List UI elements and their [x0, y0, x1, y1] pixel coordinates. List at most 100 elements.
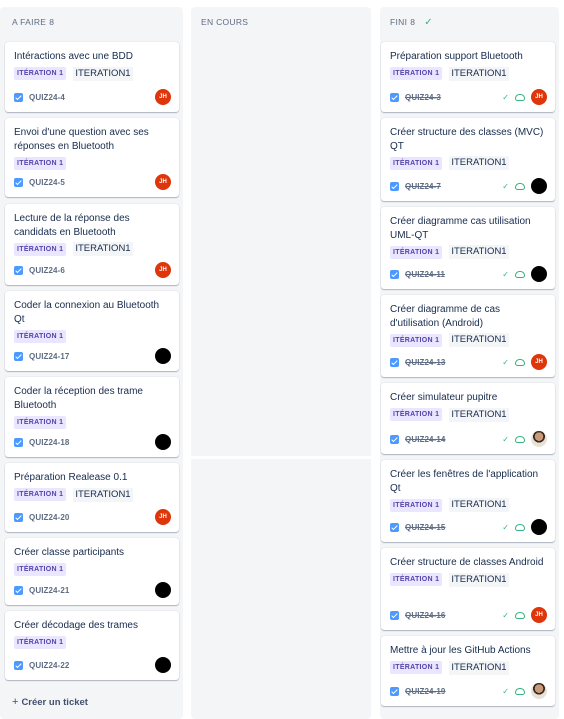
- epic-badge[interactable]: ITÉRATION 1: [14, 563, 67, 576]
- ticket-labels: ITÉRATION 1 ITERATION1: [390, 66, 547, 81]
- column-todo: A FAIRE 8 Intéractions avec une BDD ITÉRAT…: [0, 7, 183, 719]
- epic-badge[interactable]: ITÉRATION 1: [14, 329, 67, 343]
- ticket-key[interactable]: QUIZ24-4: [29, 93, 65, 102]
- column-count: 8: [410, 17, 416, 27]
- epic-badge[interactable]: ITÉRATION 1: [14, 488, 67, 501]
- ticket-card[interactable]: Créer structure de classes Android ITÉRAT…: [381, 548, 555, 630]
- assignee-avatar[interactable]: JH: [155, 174, 171, 190]
- ticket-footer: QUIZ24-15 ✓: [390, 519, 547, 535]
- ticket-card[interactable]: Créer diagramme cas utilisation UML-QT IT…: [381, 207, 555, 289]
- epic-badge[interactable]: ITÉRATION 1: [14, 415, 67, 429]
- epic-badge[interactable]: ITÉRATION 1: [390, 156, 443, 170]
- sprint-label: ITERATION1: [449, 333, 509, 347]
- epic-badge[interactable]: ITÉRATION 1: [390, 333, 443, 347]
- cloud-sync-icon: [515, 611, 525, 619]
- tick-icon: ✓: [502, 522, 509, 532]
- ticket-key[interactable]: QUIZ24-14: [405, 435, 445, 444]
- epic-badge[interactable]: ITÉRATION 1: [14, 636, 67, 649]
- cloud-sync-icon: [515, 687, 525, 695]
- epic-badge[interactable]: ITÉRATION 1: [390, 498, 443, 512]
- column-header-done[interactable]: FINI 8 ✓: [380, 7, 559, 39]
- ticket-card[interactable]: Créer classe participants ITÉRATION 1 QUIZ…: [5, 538, 179, 605]
- column-in-progress: EN COURS: [191, 7, 371, 719]
- ticket-key[interactable]: QUIZ24-22: [29, 661, 69, 670]
- ticket-card[interactable]: Préparation Realease 0.1 ITÉRATION 1 ITERA…: [5, 463, 179, 532]
- ticket-key[interactable]: QUIZ24-21: [29, 586, 69, 595]
- ticket-key[interactable]: QUIZ24-17: [29, 352, 69, 361]
- ticket-footer: QUIZ24-14 ✓: [390, 431, 547, 447]
- sprint-label: ITERATION1: [449, 245, 509, 259]
- create-ticket-button[interactable]: + Créer un ticket: [12, 696, 88, 708]
- column-title: FINI: [390, 17, 408, 27]
- column-header-todo[interactable]: A FAIRE 8: [0, 7, 183, 39]
- task-type-icon: [390, 357, 399, 367]
- epic-badge[interactable]: ITÉRATION 1: [390, 661, 443, 674]
- ticket-labels: ITÉRATION 1: [14, 563, 171, 577]
- sprint-label: ITERATION1: [449, 156, 509, 170]
- assignee-avatar[interactable]: [155, 348, 171, 364]
- ticket-key[interactable]: QUIZ24-15: [405, 523, 445, 532]
- ticket-card[interactable]: Créer simulateur pupitre ITÉRATION 1 ITERA…: [381, 383, 555, 454]
- assignee-avatar[interactable]: JH: [155, 89, 171, 105]
- ticket-key[interactable]: QUIZ24-7: [405, 182, 441, 191]
- ticket-footer: QUIZ24-18: [14, 434, 171, 450]
- task-type-icon: [390, 610, 399, 620]
- epic-badge[interactable]: ITÉRATION 1: [14, 242, 67, 256]
- assignee-avatar[interactable]: JH: [155, 262, 171, 278]
- ticket-key[interactable]: QUIZ24-18: [29, 438, 69, 447]
- epic-badge[interactable]: ITÉRATION 1: [14, 156, 67, 170]
- ticket-card[interactable]: Coder la réception des trame Bluetooth IT…: [5, 377, 179, 457]
- assignee-avatar[interactable]: [531, 178, 547, 194]
- ticket-key[interactable]: QUIZ24-20: [29, 513, 69, 522]
- check-icon: ✓: [424, 17, 433, 28]
- assignee-avatar[interactable]: [531, 431, 547, 447]
- column-header-in-progress[interactable]: EN COURS: [191, 7, 371, 39]
- ticket-card[interactable]: Préparation support Bluetooth ITÉRATION 1…: [381, 42, 555, 112]
- cloud-sync-icon: [515, 358, 525, 366]
- ticket-key[interactable]: QUIZ24-3: [405, 93, 441, 102]
- sprint-label: ITERATION1: [449, 498, 509, 512]
- sprint-label: ITERATION1: [73, 242, 133, 256]
- task-type-icon: [390, 686, 399, 696]
- assignee-avatar[interactable]: JH: [155, 509, 171, 525]
- task-type-icon: [14, 92, 23, 102]
- ticket-card[interactable]: Mettre à jour les GitHub Actions ITÉRATIO…: [381, 636, 555, 706]
- cloud-sync-icon: [515, 435, 525, 443]
- task-type-icon: [390, 92, 399, 102]
- ticket-card[interactable]: Créer décodage des trames ITÉRATION 1 QUIZ…: [5, 611, 179, 680]
- ticket-key[interactable]: QUIZ24-5: [29, 178, 65, 187]
- assignee-avatar[interactable]: JH: [531, 89, 547, 105]
- cloud-sync-icon: [515, 523, 525, 531]
- assignee-avatar[interactable]: [531, 683, 547, 699]
- ticket-footer: QUIZ24-4 JH: [14, 89, 171, 105]
- epic-badge[interactable]: ITÉRATION 1: [14, 67, 67, 80]
- tick-icon: ✓: [502, 181, 509, 191]
- ticket-key[interactable]: QUIZ24-19: [405, 687, 445, 696]
- assignee-avatar[interactable]: JH: [531, 607, 547, 623]
- ticket-labels: ITÉRATION 1 ITERATION1: [390, 245, 547, 259]
- ticket-card[interactable]: Créer structure des classes (MVC) QT ITÉR…: [381, 118, 555, 201]
- ticket-card[interactable]: Créer les fenêtres de l'application Qt IT…: [381, 460, 555, 542]
- ticket-card[interactable]: Coder la connexion au Bluetooth Qt ITÉRAT…: [5, 291, 179, 371]
- epic-badge[interactable]: ITÉRATION 1: [390, 67, 443, 80]
- cloud-sync-icon: [515, 182, 525, 190]
- ticket-card[interactable]: Lecture de la réponse des candidats en B…: [5, 204, 179, 285]
- ticket-key[interactable]: QUIZ24-13: [405, 358, 445, 367]
- epic-badge[interactable]: ITÉRATION 1: [390, 245, 443, 259]
- ticket-footer: QUIZ24-7 ✓: [390, 178, 547, 194]
- assignee-avatar[interactable]: [531, 519, 547, 535]
- epic-badge[interactable]: ITÉRATION 1: [390, 408, 443, 421]
- ticket-key[interactable]: QUIZ24-16: [405, 611, 445, 620]
- ticket-key[interactable]: QUIZ24-11: [405, 270, 445, 279]
- assignee-avatar[interactable]: [155, 434, 171, 450]
- assignee-avatar[interactable]: [155, 582, 171, 598]
- ticket-card[interactable]: Intéractions avec une BDD ITÉRATION 1 ITER…: [5, 42, 179, 112]
- assignee-avatar[interactable]: [531, 266, 547, 282]
- ticket-card[interactable]: Envoi d'une question avec ses réponses e…: [5, 118, 179, 197]
- assignee-avatar[interactable]: [155, 657, 171, 673]
- assignee-avatar[interactable]: JH: [531, 354, 547, 370]
- ticket-key[interactable]: QUIZ24-6: [29, 266, 65, 275]
- ticket-footer: QUIZ24-20 JH: [14, 509, 171, 525]
- epic-badge[interactable]: ITÉRATION 1: [390, 573, 443, 586]
- ticket-card[interactable]: Créer diagramme de cas d'utilisation (An…: [381, 295, 555, 377]
